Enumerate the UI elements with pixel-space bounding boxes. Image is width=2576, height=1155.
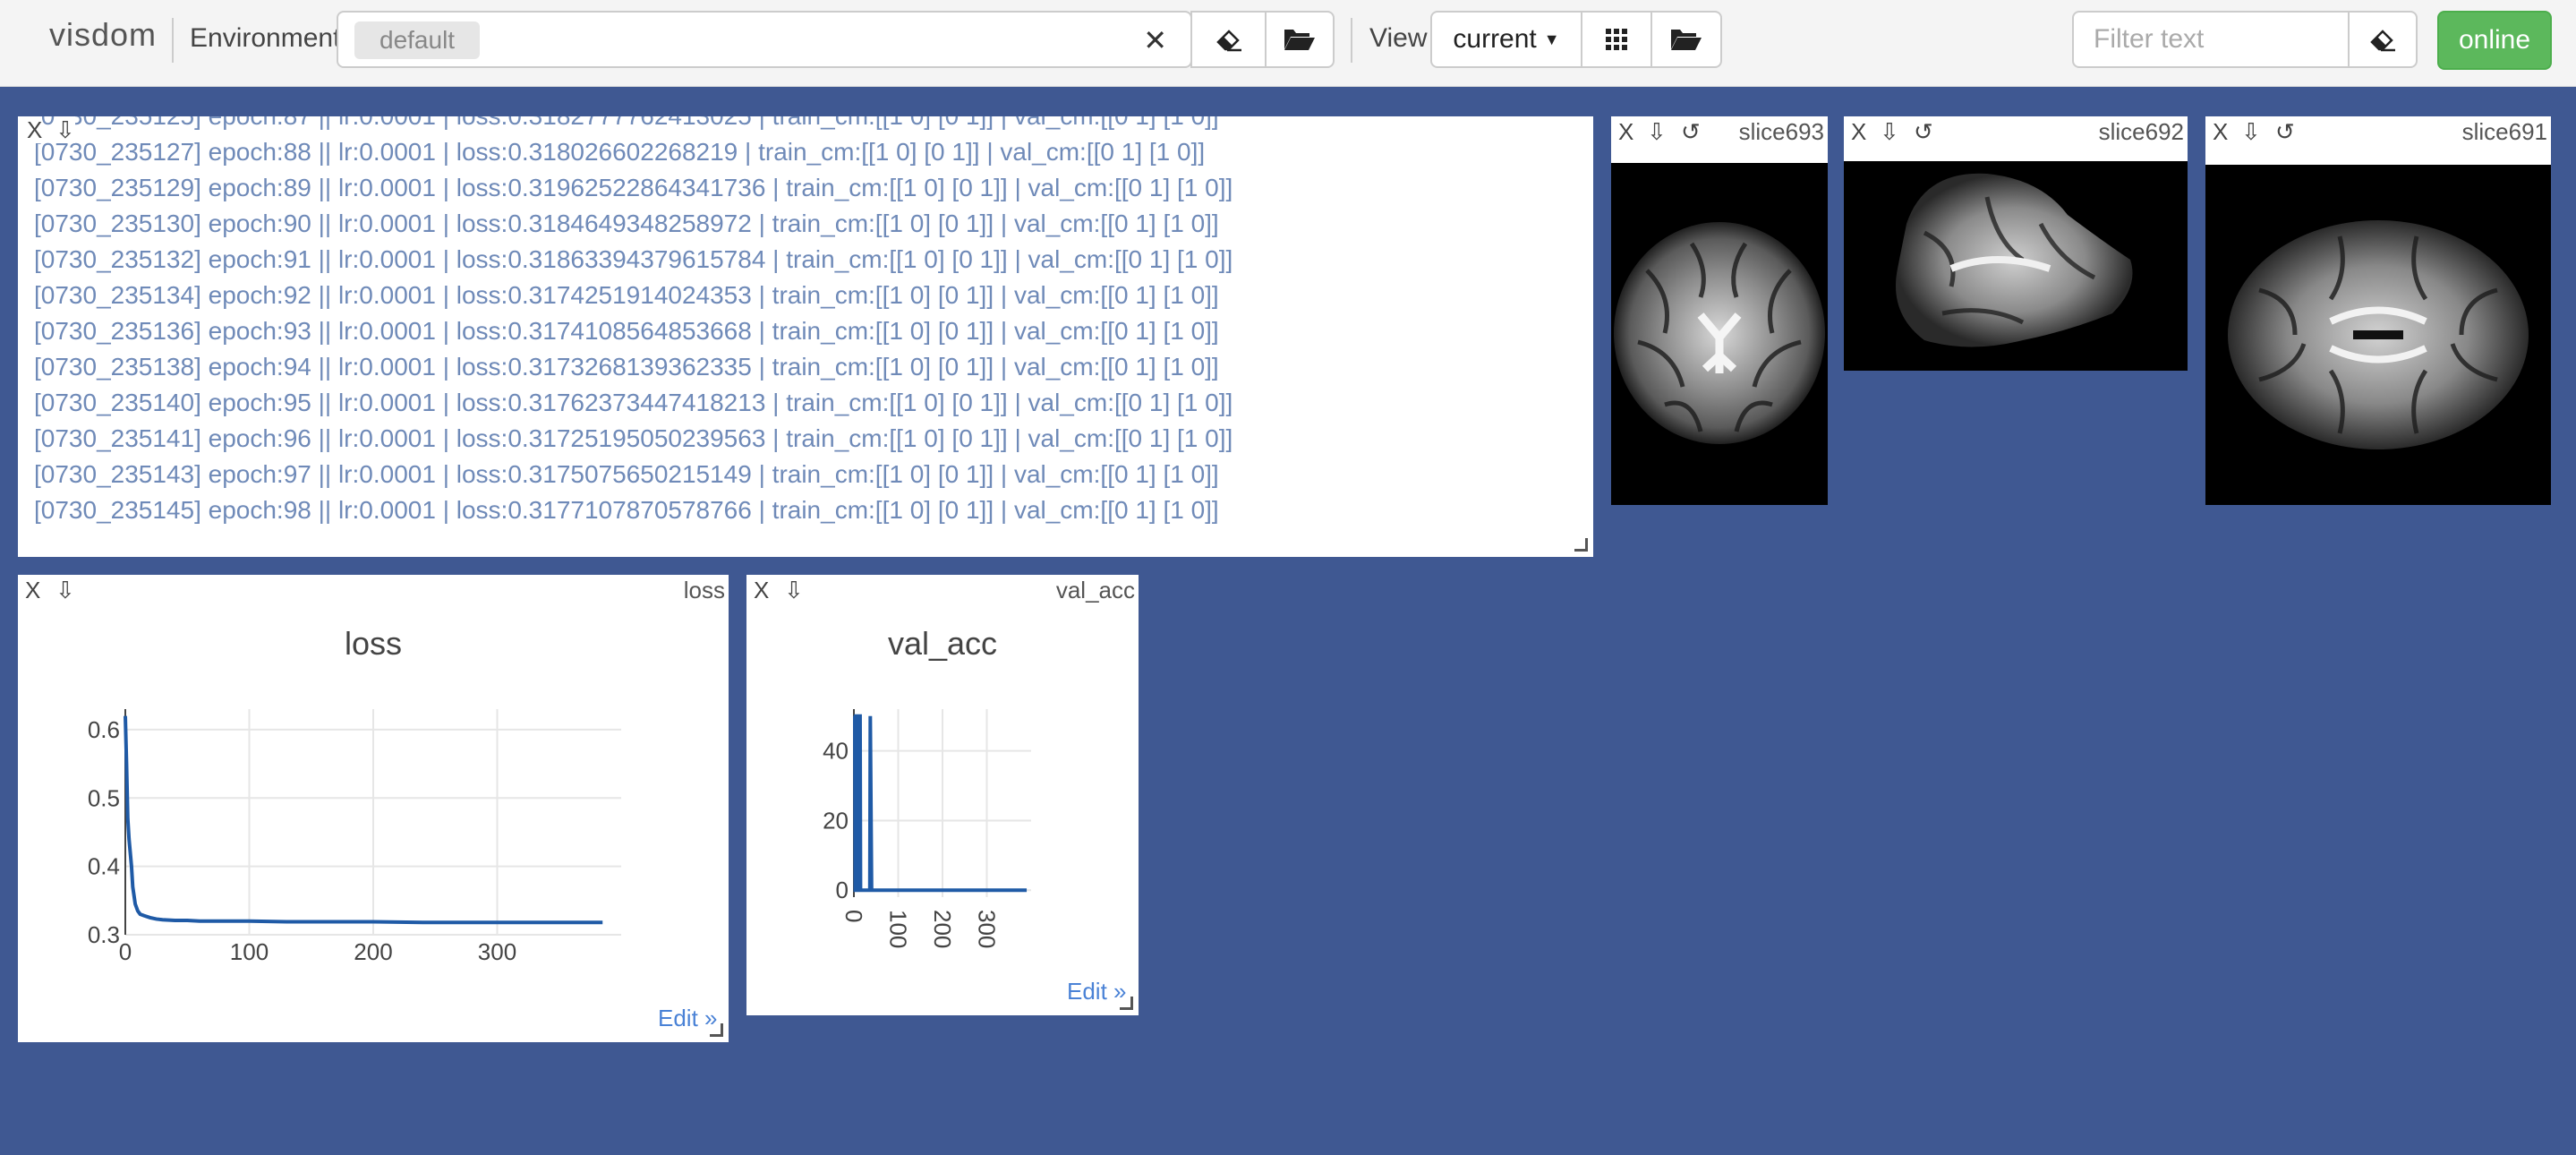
brand-logo[interactable]: visdom <box>49 16 157 54</box>
y-tick-label: 20 <box>823 807 849 834</box>
pane-title: slice691 <box>2461 118 2547 145</box>
series-line <box>852 714 1028 893</box>
log-line: [0730_235145] epoch:98 || lr:0.0001 | lo… <box>34 496 1219 524</box>
log-line: [0730_235143] epoch:97 || lr:0.0001 | lo… <box>34 460 1219 488</box>
environment-select[interactable]: default ✕ <box>337 11 1192 68</box>
y-tick-label: 0.3 <box>88 921 120 948</box>
image-pane-slice692: X ⇩ ↺ slice692 <box>1844 116 2188 371</box>
image-pane-slice691: X ⇩ ↺ slice691 <box>2205 116 2551 505</box>
mri-slice-image <box>1844 161 2188 371</box>
download-icon[interactable]: ⇩ <box>1647 116 1667 147</box>
x-tick-label: 200 <box>929 910 956 948</box>
log-text: [0730_235125] epoch:87 || lr:0.0001 | lo… <box>18 116 1593 528</box>
y-tick-label: 0.4 <box>88 853 120 880</box>
mri-slice-image <box>2205 165 2551 505</box>
environment-chip[interactable]: default <box>354 21 481 59</box>
x-tick-label: 300 <box>478 938 516 965</box>
reset-icon[interactable]: ↺ <box>1914 116 1933 147</box>
pane-title: slice693 <box>1738 118 1824 145</box>
x-tick-label: 100 <box>230 938 269 965</box>
text-pane: [0730_235125] epoch:87 || lr:0.0001 | lo… <box>18 116 1593 557</box>
close-pane-button[interactable]: X <box>1851 116 1866 147</box>
view-value: current <box>1453 24 1537 54</box>
divider <box>1351 18 1352 63</box>
caret-down-icon: ▼ <box>1543 30 1560 48</box>
x-tick-label: 200 <box>354 938 392 965</box>
manage-env-button[interactable] <box>1265 11 1335 68</box>
repack-button[interactable] <box>1581 11 1652 68</box>
connection-status-badge[interactable]: online <box>2437 11 2552 70</box>
view-label: View <box>1369 23 1428 53</box>
log-line: [0730_235136] epoch:93 || lr:0.0001 | lo… <box>34 317 1219 345</box>
pane-toolbar: X ⇩ <box>18 116 1593 143</box>
loss-chart-pane: X ⇩ loss loss 0 100 200 300 0.3 0.4 0.5 0.6 Edi… <box>18 575 729 1042</box>
edit-chart-link[interactable]: Edit » <box>1067 978 1127 1005</box>
image-pane-slice693: X ⇩ ↺ slice693 <box>1611 116 1828 505</box>
eraser-icon <box>2370 30 2395 52</box>
val-acc-chart[interactable]: 0 100 200 300 0 20 40 <box>746 575 1139 1015</box>
folder-open-icon <box>1671 30 1702 50</box>
view-dropdown[interactable]: current ▼ <box>1430 11 1582 68</box>
y-tick-label: 0.6 <box>88 716 120 743</box>
log-line: [0730_235141] epoch:96 || lr:0.0001 | lo… <box>34 424 1233 452</box>
reset-icon[interactable]: ↺ <box>2275 116 2295 147</box>
x-tick-label: 100 <box>885 910 912 948</box>
val-acc-chart-pane: X ⇩ val_acc val_acc 0 100 200 300 0 20 40 Edit… <box>746 575 1139 1015</box>
resize-handle[interactable] <box>1120 997 1133 1010</box>
close-pane-button[interactable]: X <box>27 116 43 143</box>
x-tick-label: 0 <box>119 938 132 965</box>
log-line: [0730_235134] epoch:92 || lr:0.0001 | lo… <box>34 281 1219 309</box>
resize-handle[interactable] <box>1574 538 1588 552</box>
download-icon[interactable]: ⇩ <box>55 116 75 143</box>
log-line: [0730_235130] epoch:90 || lr:0.0001 | lo… <box>34 210 1219 237</box>
clear-env-button[interactable] <box>1190 11 1267 68</box>
log-line: [0730_235140] epoch:95 || lr:0.0001 | lo… <box>34 389 1233 416</box>
folder-open-icon <box>1284 30 1315 50</box>
resize-handle[interactable] <box>710 1023 723 1037</box>
close-pane-button[interactable]: X <box>1618 116 1633 147</box>
manage-views-button[interactable] <box>1651 11 1722 68</box>
y-tick-label: 0.5 <box>88 784 120 811</box>
edit-chart-link[interactable]: Edit » <box>658 1005 718 1032</box>
mri-slice-image <box>1611 163 1828 505</box>
y-tick-label: 40 <box>823 738 849 765</box>
eraser-icon <box>1215 30 1241 52</box>
grid-icon <box>1606 29 1627 50</box>
x-tick-label: 300 <box>974 910 1001 948</box>
clear-environment-icon[interactable]: ✕ <box>1143 23 1167 57</box>
log-line: [0730_235132] epoch:91 || lr:0.0001 | lo… <box>34 245 1233 273</box>
log-line: [0730_235138] epoch:94 || lr:0.0001 | lo… <box>34 353 1219 381</box>
reset-icon[interactable]: ↺ <box>1681 116 1701 147</box>
environment-label: Environment <box>190 23 341 53</box>
y-tick-label: 0 <box>836 877 849 903</box>
clear-filter-button[interactable] <box>2348 11 2418 68</box>
divider <box>172 18 174 63</box>
loss-chart[interactable]: 0 100 200 300 0.3 0.4 0.5 0.6 <box>18 575 729 1042</box>
filter-text-input[interactable] <box>2072 11 2350 68</box>
log-line: [0730_235129] epoch:89 || lr:0.0001 | lo… <box>34 174 1233 201</box>
series-line <box>124 715 603 925</box>
download-icon[interactable]: ⇩ <box>2241 116 2261 147</box>
pane-title: slice692 <box>2098 118 2184 145</box>
close-pane-button[interactable]: X <box>2213 116 2228 147</box>
download-icon[interactable]: ⇩ <box>1880 116 1899 147</box>
x-tick-label: 0 <box>840 910 867 922</box>
navbar: visdom Environment default ✕ View curren… <box>0 0 2576 87</box>
